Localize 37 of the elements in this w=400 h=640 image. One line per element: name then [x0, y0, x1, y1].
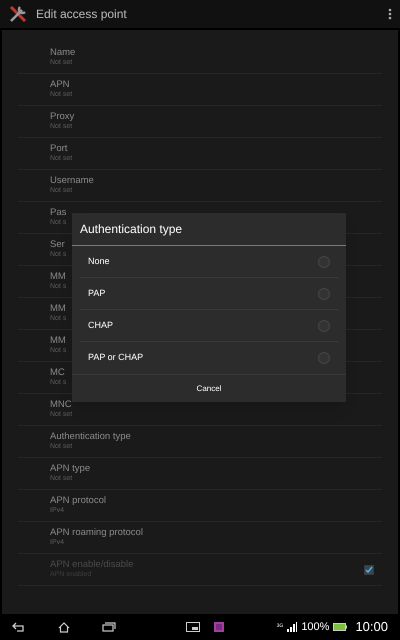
battery-icon: [333, 623, 348, 631]
setting-title[interactable]: MM: [50, 303, 66, 316]
cancel-button[interactable]: Cancel: [72, 376, 346, 402]
radio-button[interactable]: [318, 320, 330, 332]
battery-percentage: 100%: [301, 620, 330, 635]
radio-button[interactable]: [318, 256, 330, 268]
overflow-menu-icon[interactable]: [388, 8, 392, 20]
setting-title[interactable]: Username: [50, 175, 94, 188]
setting-title[interactable]: Ser: [50, 239, 66, 252]
radio-button[interactable]: [318, 352, 330, 364]
option-item[interactable]: PAP: [80, 278, 338, 310]
setting-title[interactable]: APN: [50, 79, 72, 92]
screen-title: Edit access point: [36, 6, 127, 23]
recent-apps-icon[interactable]: [102, 622, 116, 632]
setting-title[interactable]: MM: [50, 335, 66, 348]
clock: 10:00: [355, 618, 388, 636]
option-item[interactable]: CHAP: [80, 310, 338, 342]
setting-title[interactable]: Port: [50, 143, 72, 156]
setting-title[interactable]: MNC: [50, 399, 72, 412]
option-item[interactable]: None: [80, 246, 338, 278]
dialog-title: Authentication type: [80, 221, 182, 238]
radio-button[interactable]: [318, 288, 330, 300]
setting-title[interactable]: APN type: [50, 463, 90, 476]
setting-title[interactable]: MC: [50, 367, 66, 380]
window-icon[interactable]: [186, 622, 200, 632]
setting-title[interactable]: Authentication type: [50, 431, 131, 444]
back-icon[interactable]: [12, 622, 26, 632]
setting-title[interactable]: Proxy: [50, 111, 74, 124]
setting-title[interactable]: MM: [50, 271, 66, 284]
setting-title[interactable]: Name: [50, 47, 76, 60]
setting-title[interactable]: APN protocol: [50, 495, 106, 508]
signal-icon: [287, 622, 298, 632]
home-icon[interactable]: [58, 622, 70, 632]
setting-title[interactable]: Pas: [50, 207, 66, 220]
option-item[interactable]: PAP or CHAP: [80, 342, 338, 374]
setting-title[interactable]: APN roaming protocol: [50, 527, 143, 540]
wrench-screwdriver-icon: [8, 4, 28, 24]
